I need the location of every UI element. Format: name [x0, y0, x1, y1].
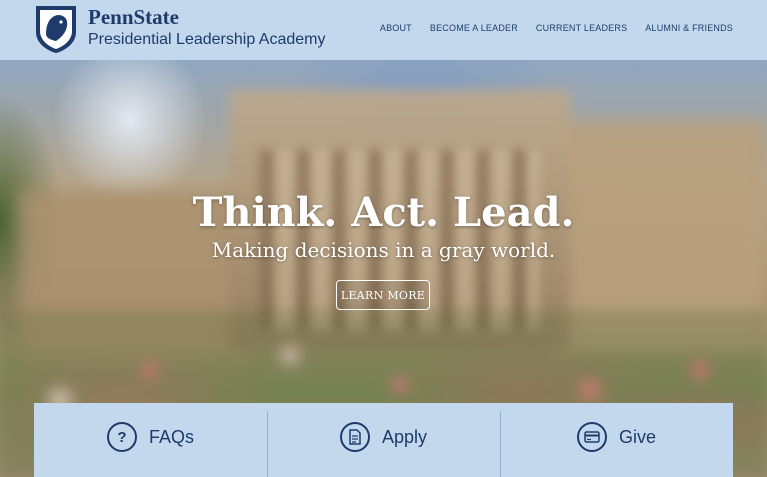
nav-item-become-a-leader[interactable]: BECOME A LEADER — [430, 23, 518, 33]
learn-more-button[interactable]: LEARN MORE — [336, 280, 430, 310]
hero-text: Think. Act. Lead. Making decisions in a … — [0, 189, 767, 263]
quick-link-label: Apply — [381, 426, 428, 447]
quick-link-faqs[interactable]: ? FAQs — [34, 403, 267, 477]
question-icon: ? — [106, 422, 137, 452]
nav-item-current-leaders[interactable]: CURRENT LEADERS — [536, 23, 627, 33]
site-header: PennState Presidential Leadership Academ… — [0, 0, 767, 60]
main-nav: ABOUT BECOME A LEADER CURRENT LEADERS AL… — [380, 23, 733, 33]
penn-state-shield-logo[interactable] — [34, 4, 78, 54]
quick-links-panel: ? FAQs Apply Give — [34, 403, 733, 477]
quick-link-label: Give — [618, 426, 656, 447]
quick-link-label: FAQs — [148, 426, 194, 447]
credit-card-icon — [576, 422, 607, 452]
quick-link-give[interactable]: Give — [500, 403, 733, 477]
brand-name: PennState — [88, 5, 179, 29]
hero-tagline: Making decisions in a gray world. — [211, 238, 556, 262]
quick-link-apply[interactable]: Apply — [267, 403, 500, 477]
brand-subtitle: Presidential Leadership Academy — [88, 31, 326, 48]
nav-item-about[interactable]: ABOUT — [380, 23, 412, 33]
hero-headline: Think. Act. Lead. — [192, 189, 575, 236]
document-icon — [339, 422, 370, 452]
brand[interactable]: PennState Presidential Leadership Academ… — [88, 6, 325, 50]
nav-item-alumni-friends[interactable]: ALUMNI & FRIENDS — [645, 23, 733, 33]
